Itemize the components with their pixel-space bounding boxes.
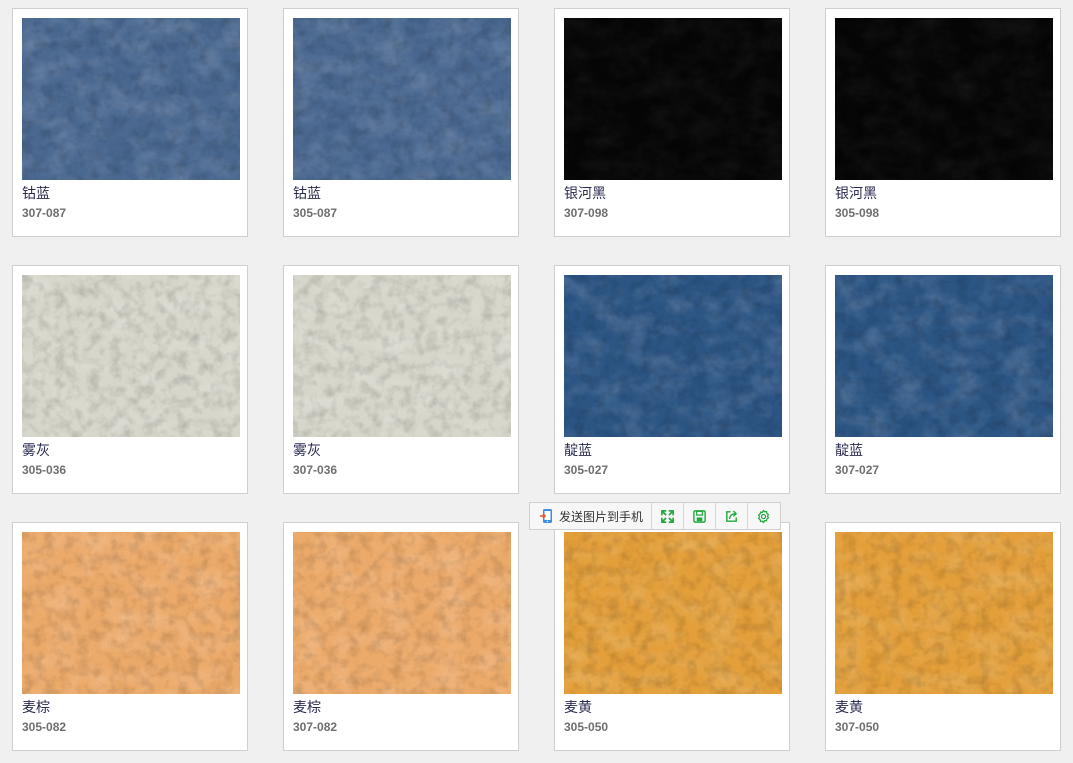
swatch-image[interactable] bbox=[564, 18, 782, 180]
swatch-name: 银河黑 bbox=[564, 186, 606, 202]
send-to-phone-button[interactable]: 发送图片到手机 bbox=[530, 503, 653, 529]
save-button[interactable] bbox=[684, 503, 717, 529]
swatch-image[interactable] bbox=[22, 275, 240, 437]
swatch-image[interactable] bbox=[293, 18, 511, 180]
swatch-image[interactable] bbox=[835, 275, 1053, 437]
swatch-card[interactable]: 靛蓝 305-027 bbox=[554, 265, 790, 494]
swatch-card[interactable]: 雾灰 305-036 bbox=[12, 265, 248, 494]
swatch-card[interactable]: 麦棕 305-082 bbox=[12, 522, 248, 751]
swatch-card[interactable]: 麦黄 305-050 bbox=[554, 522, 790, 751]
swatch-code: 305-098 bbox=[835, 206, 880, 220]
swatch-card[interactable]: 麦棕 307-082 bbox=[283, 522, 519, 751]
swatch-name: 麦棕 bbox=[293, 700, 321, 716]
swatch-image[interactable] bbox=[22, 532, 240, 694]
share-icon bbox=[726, 510, 737, 522]
swatch-name: 钴蓝 bbox=[293, 186, 321, 202]
swatch-image[interactable] bbox=[293, 275, 511, 437]
fullscreen-button[interactable] bbox=[652, 503, 685, 529]
swatch-code: 307-087 bbox=[22, 206, 67, 220]
swatch-code: 307-027 bbox=[835, 463, 880, 477]
settings-button[interactable] bbox=[748, 503, 779, 529]
swatch-code: 307-098 bbox=[564, 206, 609, 220]
swatch-code: 305-027 bbox=[564, 463, 609, 477]
save-icon bbox=[693, 509, 706, 523]
fullscreen-icon bbox=[661, 509, 674, 523]
swatch-card[interactable]: 雾灰 307-036 bbox=[283, 265, 519, 494]
swatch-image[interactable] bbox=[835, 532, 1053, 694]
settings-icon bbox=[758, 509, 769, 523]
swatch-name: 雾灰 bbox=[22, 443, 50, 459]
swatch-card[interactable]: 靛蓝 307-027 bbox=[825, 265, 1061, 494]
swatch-name: 钴蓝 bbox=[22, 186, 50, 202]
material-swatch-grid: 钴蓝 307-087 钴蓝 305-087 银河黑 307-098 银河黑 30… bbox=[0, 0, 1073, 763]
share-button[interactable] bbox=[716, 503, 749, 529]
swatch-code: 305-050 bbox=[564, 720, 609, 734]
image-toolbar: 发送图片到手机 bbox=[529, 502, 781, 530]
swatch-code: 305-087 bbox=[293, 206, 338, 220]
swatch-code: 305-036 bbox=[22, 463, 67, 477]
swatch-image[interactable] bbox=[564, 532, 782, 694]
swatch-image[interactable] bbox=[22, 18, 240, 180]
swatch-card[interactable]: 麦黄 307-050 bbox=[825, 522, 1061, 751]
swatch-name: 靛蓝 bbox=[835, 443, 863, 459]
phone-send-icon bbox=[539, 508, 555, 524]
swatch-code: 307-082 bbox=[293, 720, 338, 734]
swatch-image[interactable] bbox=[835, 18, 1053, 180]
swatch-card[interactable]: 钴蓝 307-087 bbox=[12, 8, 248, 237]
swatch-name: 麦黄 bbox=[835, 700, 863, 716]
swatch-image[interactable] bbox=[564, 275, 782, 437]
swatch-name: 麦棕 bbox=[22, 700, 50, 716]
swatch-code: 307-050 bbox=[835, 720, 880, 734]
swatch-name: 麦黄 bbox=[564, 700, 592, 716]
swatch-card[interactable]: 钴蓝 305-087 bbox=[283, 8, 519, 237]
swatch-code: 307-036 bbox=[293, 463, 338, 477]
swatch-name: 靛蓝 bbox=[564, 443, 592, 459]
send-to-phone-label: 发送图片到手机 bbox=[559, 509, 644, 524]
swatch-card[interactable]: 银河黑 305-098 bbox=[825, 8, 1061, 237]
swatch-name: 银河黑 bbox=[835, 186, 877, 202]
swatch-image[interactable] bbox=[293, 532, 511, 694]
swatch-name: 雾灰 bbox=[293, 443, 321, 459]
swatch-card[interactable]: 银河黑 307-098 bbox=[554, 8, 790, 237]
swatch-code: 305-082 bbox=[22, 720, 67, 734]
